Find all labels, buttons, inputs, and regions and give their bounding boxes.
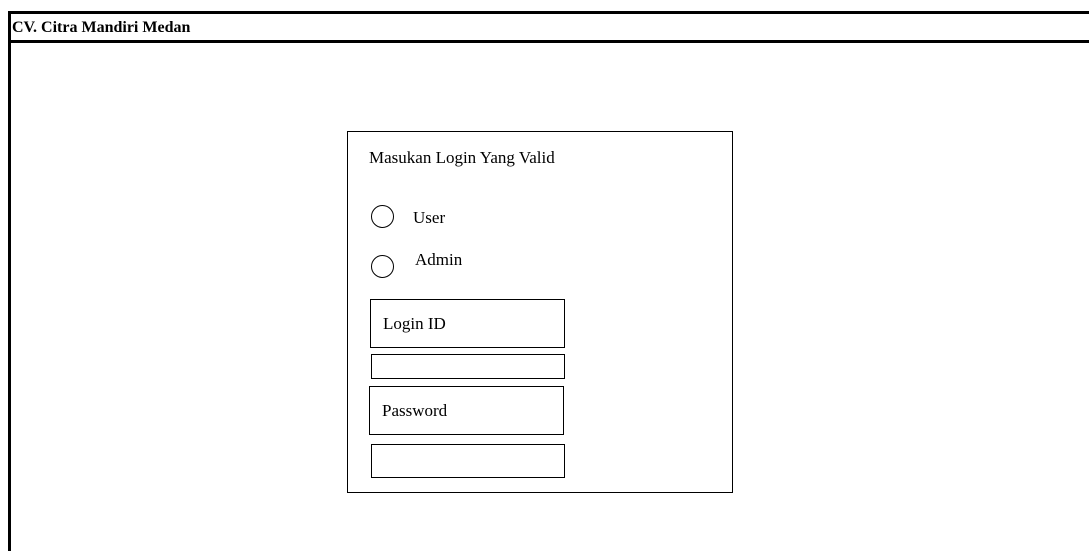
password-label-box: Password (369, 386, 564, 435)
radio-admin[interactable] (371, 255, 394, 278)
login-id-label: Login ID (383, 314, 446, 333)
login-id-label-box: Login ID (370, 299, 565, 348)
password-label: Password (382, 401, 448, 420)
login-id-input[interactable] (371, 354, 565, 379)
login-heading: Masukan Login Yang Valid (369, 148, 555, 167)
radio-user[interactable] (371, 205, 394, 228)
window-title: CV. Citra Mandiri Medan (12, 19, 191, 36)
radio-user-label[interactable]: User (413, 208, 445, 228)
radio-admin-label[interactable]: Admin (415, 250, 462, 270)
title-bar: CV. Citra Mandiri Medan (11, 14, 1089, 43)
password-input[interactable] (371, 444, 565, 478)
